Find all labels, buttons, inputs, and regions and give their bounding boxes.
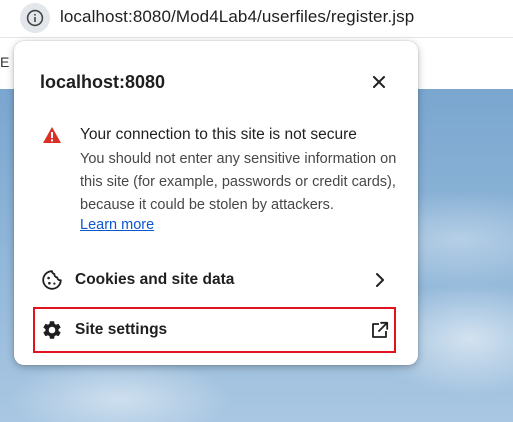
site-settings-item[interactable]: Site settings <box>34 308 398 352</box>
warning-icon <box>43 127 61 143</box>
gear-icon <box>43 321 61 339</box>
info-icon <box>26 9 44 27</box>
close-button[interactable] <box>366 69 392 95</box>
omnibox: localhost:8080/Mod4Lab4/userfiles/regist… <box>0 0 513 37</box>
site-settings-label: Site settings <box>75 321 168 338</box>
open-external-icon <box>372 321 389 338</box>
chevron-right-icon <box>376 273 384 287</box>
close-icon <box>373 76 385 88</box>
cookie-icon <box>42 270 62 290</box>
url-text[interactable]: localhost:8080/Mod4Lab4/userfiles/regist… <box>60 7 414 27</box>
cookies-and-site-data-item[interactable]: Cookies and site data <box>34 258 398 302</box>
site-info-button[interactable] <box>20 3 50 33</box>
security-heading: Your connection to this site is not secu… <box>80 126 357 143</box>
popup-title: localhost:8080 <box>40 72 166 92</box>
security-description: You should not enter any sensitive infor… <box>80 151 397 213</box>
site-info-popup: localhost:8080 Your connection to this s… <box>14 41 418 365</box>
cookies-label: Cookies and site data <box>75 271 235 288</box>
learn-more-link[interactable]: Learn more <box>80 217 154 233</box>
